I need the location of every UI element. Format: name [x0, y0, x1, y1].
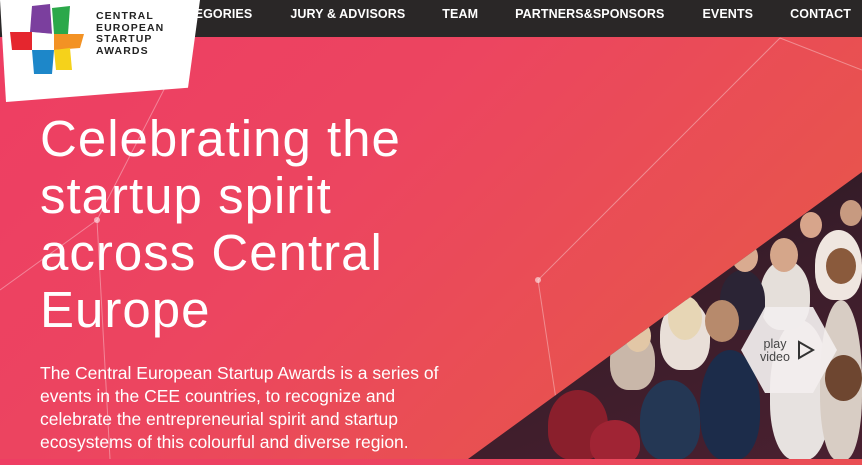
play-triangle-icon [798, 340, 815, 360]
play-video-label: play video [755, 338, 795, 364]
nav-item-contact[interactable]: CONTACT [790, 7, 851, 21]
nav-item-events[interactable]: EVENTS [703, 7, 754, 21]
description-line: events in the CEE countries, to recogniz… [40, 386, 396, 406]
description-line: celebrate the entrepreneurial spirit and… [40, 409, 398, 429]
description-line: The Central European Startup Awards is a… [40, 363, 439, 383]
hero-description: The Central European Startup Awards is a… [40, 362, 500, 454]
logo-line-3: STARTUP [96, 33, 153, 45]
headline-line: across Central [40, 224, 383, 281]
ceesa-logo-icon [10, 4, 84, 74]
headline-line: startup spirit [40, 167, 332, 224]
logo-line-4: AWARDS [96, 44, 149, 57]
main-navigation: CATEGORIES JURY & ADVISORS TEAM PARTNERS… [170, 0, 862, 28]
logo-line-1: CENTRAL [96, 10, 154, 22]
logo-wordmark: CENTRAL EUROPEAN STARTUP AWARDS [96, 10, 164, 57]
headline-line: Celebrating the [40, 110, 401, 167]
nav-item-partners-sponsors[interactable]: PARTNERS&SPONSORS [515, 7, 664, 21]
logo-link[interactable]: CENTRAL EUROPEAN STARTUP AWARDS [0, 0, 200, 102]
description-line: ecosystems of this colourful and diverse… [40, 432, 409, 452]
headline-line: Europe [40, 281, 211, 338]
nav-item-team[interactable]: TEAM [442, 7, 478, 21]
nav-item-jury-advisors[interactable]: JURY & ADVISORS [290, 7, 405, 21]
video-label-line: video [760, 350, 790, 364]
hero-headline: Celebrating the startup spirit across Ce… [40, 110, 480, 338]
